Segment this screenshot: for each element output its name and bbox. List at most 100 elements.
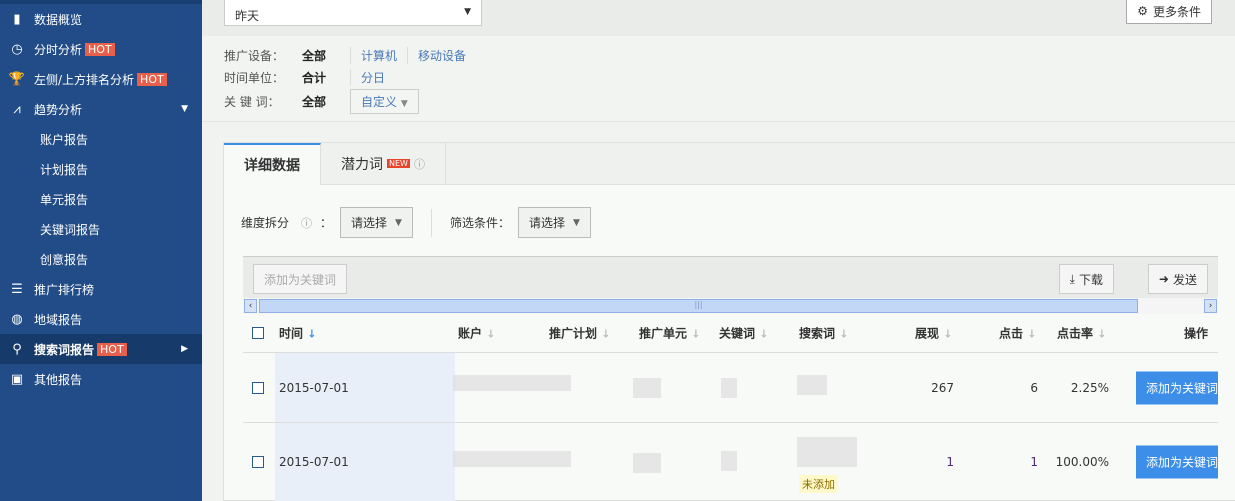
blurred-keyword — [721, 378, 737, 398]
row-checkbox[interactable] — [252, 381, 264, 394]
device-computer-link[interactable]: 计算机 — [350, 46, 407, 64]
sort-icon: ↓ — [1027, 327, 1037, 341]
help-icon[interactable]: ⓘ — [301, 215, 312, 231]
sidebar-item-ranking[interactable]: 🏆 左侧/上方排名分析 HOT — [0, 64, 202, 94]
table-toolbar: 添加为关键词 ⤓ 下载 ➜ 发送 — [243, 256, 1218, 298]
caret-down-icon: ▼ — [573, 217, 580, 228]
unit-daily-link[interactable]: 分日 — [350, 68, 395, 86]
bar-chart-icon: ▮ — [13, 11, 21, 27]
tabs: 详细数据 潜力词 NEW ⓘ — [224, 143, 1235, 185]
sidebar-item-unit-report[interactable]: 单元报告 — [0, 184, 202, 214]
header-impressions[interactable]: 展现 ↓ — [915, 325, 952, 342]
blurred-keyword — [721, 451, 737, 471]
hot-badge: HOT — [137, 72, 167, 86]
send-button[interactable]: ➜ 发送 — [1147, 264, 1208, 294]
header-ctr[interactable]: 点击率 ↓ — [1057, 325, 1106, 342]
scroll-right-icon[interactable]: › — [1204, 299, 1217, 313]
header-unit[interactable]: 推广单元 ↓ — [639, 325, 700, 342]
filter-select[interactable]: 请选择 ▼ — [517, 207, 591, 238]
search-icon: ⚲ — [12, 341, 22, 357]
caret-right-icon: ▶ — [181, 344, 188, 354]
sidebar-item-leaderboard[interactable]: ☰ 推广排行榜 — [0, 274, 202, 304]
main: 昨天 ▼ ⚙ 更多条件 推广设备： 全部 计算机 移动设备 时间单位： 合计 分日 关 键 词… — [202, 0, 1235, 501]
trophy-icon: 🏆 — [8, 71, 26, 87]
horizontal-scrollbar[interactable]: ‹ ||| › — [243, 298, 1218, 314]
line-chart-icon: ⩘ — [13, 101, 21, 117]
report-icon: ▣ — [10, 371, 24, 387]
date-range-select[interactable]: 昨天 ▼ — [224, 0, 482, 26]
table-row: 2015-07-01 267 6 2.25% 添加为关键词 — [243, 353, 1218, 423]
sort-down-icon: ↓ — [307, 327, 317, 341]
add-keyword-row-button[interactable]: 添加为关键词 — [1136, 371, 1218, 404]
header-account[interactable]: 账户 ↓ — [458, 325, 495, 342]
caret-down-icon: ▼ — [400, 98, 408, 109]
row-checkbox[interactable] — [252, 456, 264, 468]
table-row: 2015-07-01 未添加 1 1 100.00% 添加为关键词 — [243, 423, 1218, 501]
sidebar: ▮ 数据概览 ◷ 分时分析 HOT 🏆 左侧/上方排名分析 HOT ⩘ 趋势分析 ▼ 账户报告… — [0, 0, 202, 501]
dimension-bar: 维度拆分 ⓘ： 请选择 ▼ 筛选条件： 请选择 ▼ — [224, 185, 1235, 260]
caret-down-icon: ▼ — [395, 217, 402, 228]
new-badge: NEW — [387, 159, 410, 168]
blurred-unit — [633, 378, 661, 398]
topbar: 昨天 ▼ ⚙ 更多条件 — [202, 0, 1235, 36]
table-header: 时间 ↓ 账户 ↓ 推广计划 ↓ 推广单元 ↓ 关键词 ↓ 搜索词 ↓ 展现 ↓… — [243, 314, 1218, 353]
sidebar-item-search-terms[interactable]: ⚲ 搜索词报告 HOT ▶ — [0, 334, 202, 364]
blurred-search-term — [797, 437, 857, 467]
header-action: 操作 — [1183, 326, 1208, 341]
list-icon: ☰ — [11, 281, 23, 297]
sidebar-item-overview[interactable]: ▮ 数据概览 — [0, 4, 202, 34]
blurred-unit — [633, 453, 661, 473]
sort-icon: ↓ — [943, 327, 953, 341]
sidebar-item-creative-report[interactable]: 创意报告 — [0, 244, 202, 274]
caret-down-icon: ▼ — [464, 7, 471, 17]
sidebar-item-other[interactable]: ▣ 其他报告 — [0, 364, 202, 394]
header-search-term[interactable]: 搜索词 ↓ — [799, 325, 848, 342]
clock-icon: ◷ — [11, 41, 23, 57]
report-panel: 详细数据 潜力词 NEW ⓘ 维度拆分 ⓘ： 请选择 ▼ 筛选条件： 请选择 ▼ 添加为关… — [223, 142, 1235, 501]
sidebar-item-region[interactable]: ◍ 地域报告 — [0, 304, 202, 334]
tab-potential[interactable]: 潜力词 NEW ⓘ — [321, 143, 446, 184]
keyword-custom-dropdown[interactable]: 自定义 ▼ — [350, 88, 419, 114]
device-mobile-link[interactable]: 移动设备 — [407, 46, 476, 64]
sidebar-item-trend[interactable]: ⩘ 趋势分析 ▼ — [0, 94, 202, 124]
unit-total[interactable]: 合计 — [302, 69, 350, 86]
sort-icon: ↓ — [691, 327, 701, 341]
globe-icon: ◍ — [11, 311, 23, 327]
gear-icon: ⚙ — [1137, 4, 1148, 18]
header-plan[interactable]: 推广计划 ↓ — [549, 325, 610, 342]
add-keyword-row-button[interactable]: 添加为关键词 — [1136, 445, 1218, 479]
header-clicks[interactable]: 点击 ↓ — [999, 325, 1036, 342]
filters: 推广设备： 全部 计算机 移动设备 时间单位： 合计 分日 关 键 词： 全部 自定义 ▼ — [202, 36, 1235, 122]
sidebar-item-hourly[interactable]: ◷ 分时分析 HOT — [0, 34, 202, 64]
tab-detail[interactable]: 详细数据 — [224, 143, 321, 185]
sidebar-item-keyword-report[interactable]: 关键词报告 — [0, 214, 202, 244]
blurred-account — [453, 375, 571, 391]
divider — [430, 208, 432, 237]
sort-icon: ↓ — [601, 327, 611, 341]
sidebar-item-plan-report[interactable]: 计划报告 — [0, 154, 202, 184]
header-keyword[interactable]: 关键词 ↓ — [719, 325, 768, 342]
blurred-search-term — [797, 375, 827, 395]
header-time[interactable]: 时间 ↓ — [279, 325, 316, 342]
keyword-all[interactable]: 全部 — [302, 93, 350, 110]
hot-badge: HOT — [85, 42, 115, 56]
hot-badge: HOT — [97, 342, 127, 356]
download-button[interactable]: ⤓ 下载 — [1058, 264, 1114, 294]
not-added-tag: 未添加 — [799, 475, 838, 493]
sort-icon: ↓ — [839, 327, 849, 341]
scroll-left-icon[interactable]: ‹ — [244, 299, 257, 313]
sort-icon: ↓ — [1097, 327, 1107, 341]
caret-down-icon: ▼ — [181, 104, 188, 114]
data-table: 时间 ↓ 账户 ↓ 推广计划 ↓ 推广单元 ↓ 关键词 ↓ 搜索词 ↓ 展现 ↓… — [243, 314, 1218, 501]
select-all-checkbox[interactable] — [252, 327, 264, 339]
sidebar-item-account-report[interactable]: 账户报告 — [0, 124, 202, 154]
device-all[interactable]: 全部 — [302, 47, 350, 64]
download-icon: ⤓ — [1069, 271, 1075, 286]
help-icon[interactable]: ⓘ — [414, 156, 425, 172]
sort-icon: ↓ — [486, 327, 496, 341]
add-keyword-button[interactable]: 添加为关键词 — [253, 264, 348, 294]
scrollbar-thumb[interactable]: ||| — [259, 299, 1138, 313]
more-conditions-button[interactable]: ⚙ 更多条件 — [1126, 0, 1212, 24]
split-select[interactable]: 请选择 ▼ — [340, 207, 413, 238]
sort-icon: ↓ — [759, 327, 769, 341]
